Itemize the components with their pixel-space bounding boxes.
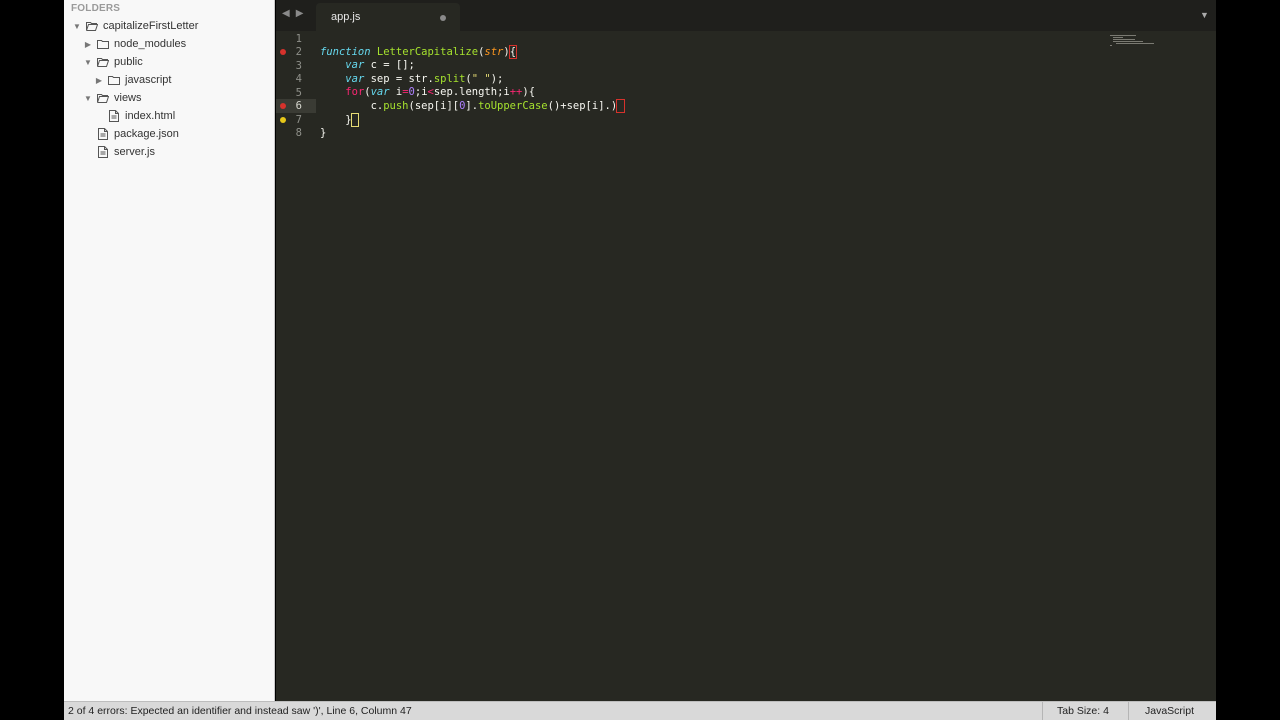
gutter-line: 5 <box>276 86 316 100</box>
sidebar-item-package-json[interactable]: package.json <box>98 125 179 143</box>
forward-arrow-icon[interactable]: ▶ <box>296 8 304 19</box>
expanded-arrow-icon[interactable]: ▼ <box>83 94 93 103</box>
folder-icon <box>97 40 109 49</box>
expanded-arrow-icon[interactable]: ▼ <box>83 58 93 67</box>
file-icon <box>98 128 108 140</box>
line-number: 7 <box>295 114 302 126</box>
gutter-line: 8 <box>276 126 316 140</box>
sidebar-item-label: node_modules <box>114 38 187 50</box>
gutter-line: 6 <box>276 99 316 113</box>
gutter-line: 2 <box>276 45 316 59</box>
back-arrow-icon[interactable]: ◀ <box>282 8 290 19</box>
status-divider <box>1128 702 1129 720</box>
sidebar-item-label: server.js <box>114 146 155 158</box>
open-folder-icon <box>97 58 109 67</box>
sidebar-item-label: public <box>114 56 143 68</box>
tab-navigation: ◀ ▶ <box>282 8 303 19</box>
sidebar-item-capitalizefirstletter[interactable]: ▼ capitalizeFirstLetter <box>72 17 198 35</box>
editor-pane[interactable]: ◀ ▶ app.js ▼ 1 2 3 4 5 6 7 8 function Le… <box>276 0 1216 701</box>
tab-bar: ◀ ▶ app.js ▼ <box>276 0 1216 31</box>
unsaved-dot-icon[interactable] <box>440 15 446 21</box>
sidebar-item-label: package.json <box>114 128 179 140</box>
sidebar: FOLDERS ▼ capitalizeFirstLetter ▶ node_m… <box>64 0 275 701</box>
open-folder-icon <box>97 94 109 103</box>
code-area[interactable]: function LetterCapitalize(str){ var c = … <box>320 32 625 141</box>
code-line[interactable] <box>320 32 624 46</box>
gutter-line: 1 <box>276 32 316 46</box>
sidebar-item-label: javascript <box>125 74 172 86</box>
code-line[interactable]: function LetterCapitalize(str){ <box>320 44 624 60</box>
collapsed-arrow-icon[interactable]: ▶ <box>83 40 93 49</box>
gutter-line: 4 <box>276 72 316 86</box>
sidebar-item-public[interactable]: ▼ public <box>83 53 143 71</box>
sidebar-item-label: index.html <box>125 110 176 122</box>
code-line[interactable]: } <box>320 127 624 141</box>
file-icon <box>98 146 108 158</box>
code-line[interactable]: var sep = str.split(" "); <box>320 73 624 87</box>
code-line[interactable]: var c = []; <box>320 59 624 73</box>
sidebar-item-views[interactable]: ▼ views <box>83 89 142 107</box>
line-number: 8 <box>295 127 302 139</box>
minimap[interactable] <box>1110 34 1154 46</box>
line-number: 3 <box>295 60 302 72</box>
letterbox-right <box>1216 0 1280 720</box>
status-error-message: 2 of 4 errors: Expected an identifier an… <box>68 705 412 717</box>
tab-title: app.js <box>331 11 361 23</box>
syntax-selector[interactable]: JavaScript <box>1145 705 1194 717</box>
gutter-line: 3 <box>276 59 316 73</box>
sidebar-title: FOLDERS <box>71 3 121 14</box>
file-icon <box>109 110 119 122</box>
line-number-current: 6 <box>295 100 302 112</box>
tab-size-selector[interactable]: Tab Size: 4 <box>1057 705 1109 717</box>
sidebar-item-javascript[interactable]: ▶ javascript <box>94 71 172 89</box>
code-line[interactable]: } <box>320 112 624 128</box>
sidebar-item-label: capitalizeFirstLetter <box>103 20 199 32</box>
line-number: 4 <box>295 73 302 85</box>
sidebar-item-label: views <box>114 92 142 104</box>
tab-menu-chevron-icon[interactable]: ▼ <box>1200 10 1209 20</box>
expanded-arrow-icon[interactable]: ▼ <box>72 22 82 31</box>
letterbox-left <box>0 0 64 720</box>
status-divider <box>1042 702 1043 720</box>
tab-app-js[interactable]: app.js <box>316 3 460 31</box>
code-line[interactable]: for(var i=0;i<sep.length;i++){ <box>320 86 624 100</box>
line-number: 1 <box>295 33 302 45</box>
collapsed-arrow-icon[interactable]: ▶ <box>94 76 104 85</box>
status-bar: 2 of 4 errors: Expected an identifier an… <box>64 701 1216 720</box>
line-number: 5 <box>295 87 302 99</box>
sidebar-item-server-js[interactable]: server.js <box>98 143 155 161</box>
sidebar-item-node-modules[interactable]: ▶ node_modules <box>83 35 186 53</box>
sidebar-item-index-html[interactable]: index.html <box>109 107 175 125</box>
open-folder-icon <box>86 22 98 31</box>
line-number: 2 <box>295 46 302 58</box>
folder-icon <box>108 76 120 85</box>
gutter-line: 7 <box>276 113 316 127</box>
code-line[interactable]: c.push(sep[i][0].toUpperCase()+sep[i].) <box>320 98 625 114</box>
